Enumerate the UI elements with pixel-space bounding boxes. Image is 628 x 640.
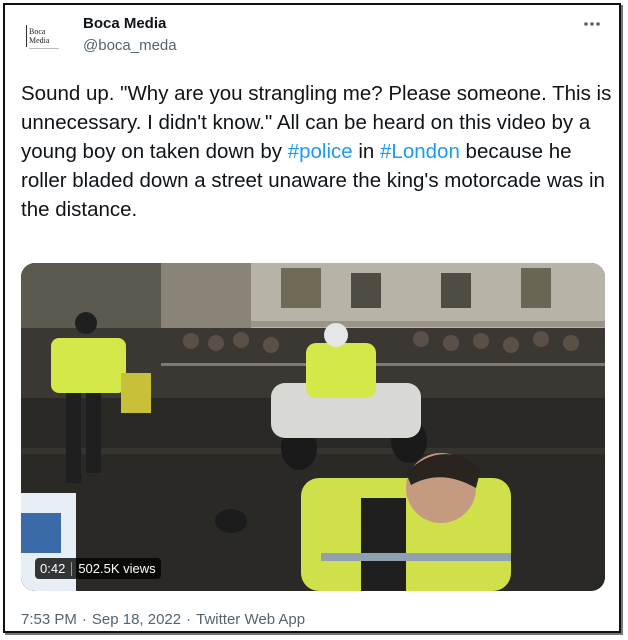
meta-separator-2: ·: [186, 611, 192, 628]
author-display-name[interactable]: Boca Media: [83, 15, 166, 32]
hashtag-london-link[interactable]: #London: [380, 140, 460, 163]
video-player[interactable]: 0:42 502.5K views: [21, 263, 605, 591]
meta-separator: ·: [81, 611, 87, 628]
tweet-text: Sound up. "Why are you strangling me? Pl…: [21, 79, 616, 224]
tweet-card: Boca Media Boca Media @boca_meda Sound u…: [3, 3, 621, 633]
more-dots-icon: [584, 22, 600, 26]
tweet-text-part2: in: [352, 140, 381, 163]
tweet-source[interactable]: Twitter Web App: [196, 611, 305, 628]
video-views: 502.5K views: [78, 561, 156, 576]
video-stats-badge: 0:42 502.5K views: [35, 558, 161, 579]
video-frame-image: [21, 263, 605, 591]
avatar[interactable]: Boca Media: [23, 15, 69, 61]
more-options-button[interactable]: [579, 11, 605, 37]
badge-divider: [71, 561, 73, 576]
hashtag-police-link[interactable]: #police: [288, 140, 353, 163]
avatar-rule: [29, 48, 59, 49]
avatar-divider: [26, 25, 27, 47]
tweet-time[interactable]: 7:53 PM: [21, 611, 77, 628]
tweet-date[interactable]: Sep 18, 2022: [92, 611, 181, 628]
avatar-text-line1: Boca: [29, 27, 46, 36]
tweet-metadata: 7:53 PM · Sep 18, 2022 · Twitter Web App: [21, 611, 305, 628]
video-duration: 0:42: [40, 561, 66, 576]
avatar-text-line2: Media: [29, 36, 50, 45]
author-handle[interactable]: @boca_meda: [83, 37, 177, 54]
